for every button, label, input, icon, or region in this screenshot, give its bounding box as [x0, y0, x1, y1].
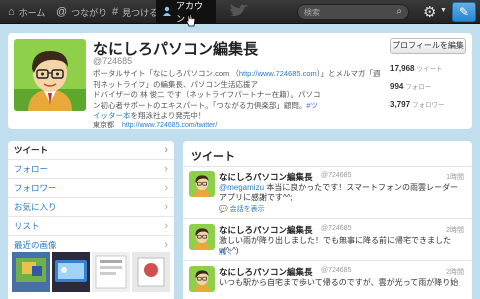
nav-home-label: ホーム [18, 7, 46, 18]
stat-value: 994 [390, 82, 404, 91]
divider [183, 166, 472, 167]
search-input[interactable] [304, 7, 390, 18]
stat-followers[interactable]: 3,797 フォロワー [390, 99, 445, 109]
compose-icon: ✎ [458, 5, 470, 19]
tweet-timestamp[interactable]: 2時間 [446, 225, 464, 235]
chevron-right-icon: › [164, 144, 168, 156]
tweet-text: 激しい雨が降り出しました！でも無事に降る前に帰宅できました v(^-^) [219, 236, 451, 255]
chevron-right-icon: › [164, 220, 168, 232]
compose-tweet-button[interactable]: ✎ [452, 2, 476, 22]
recent-image-thumbnail[interactable] [132, 252, 170, 292]
sidebar-item-label: ツイート [14, 145, 49, 155]
bio-hashtag-link[interactable]: #ツ [306, 101, 318, 110]
stat-tweets[interactable]: 17,968 ツイート [390, 63, 442, 73]
edit-profile-button[interactable]: プロフィールを編集 [390, 38, 466, 54]
nav-home[interactable]: ⌂ ホーム [2, 0, 51, 24]
profile-handle: @724685 [93, 56, 133, 66]
expand-conversation-link[interactable]: 💬 会話を表示 [219, 204, 265, 214]
tweet-text: いつも駅から自宅まで歩いて帰るのですが、雲が光って雨が降り始 [219, 278, 459, 287]
bio-hashtag-link[interactable]: イッター本 [93, 111, 131, 120]
sidebar-item-label: フォロワー [14, 183, 57, 193]
avatar[interactable] [14, 39, 86, 111]
sidebar-item-label: 最近の画像 [14, 240, 57, 250]
profile-location-row: 東京都 http://www.724685.com/twitter/ [93, 120, 217, 130]
stat-label: フォロワー [412, 102, 445, 109]
avatar[interactable] [189, 266, 215, 292]
sidebar-item-label: お気に入り [14, 202, 57, 212]
profile-location: 東京都 [93, 122, 114, 129]
stat-label: ツイート [416, 66, 443, 73]
tweet-author-name[interactable]: なにしろパソコン編集長 [219, 224, 313, 236]
sidebar-item-label: フォロー [14, 164, 49, 174]
nav-connect[interactable]: @ つながり [50, 0, 113, 24]
avatar[interactable] [189, 171, 215, 197]
stat-value: 3,797 [390, 100, 411, 109]
gear-icon[interactable]: ⚙ [423, 3, 436, 21]
user-icon [162, 6, 172, 19]
chevron-right-icon: › [164, 163, 168, 175]
stat-following[interactable]: 994 フォロー [390, 81, 431, 91]
hashtag-icon: # [112, 6, 119, 18]
stat-value: 17,968 [390, 64, 415, 73]
expand-label: 会話を表示 [229, 206, 265, 213]
bio-text: ポータルサイト「なにしろパソコン.com （ [93, 69, 239, 78]
profile-url[interactable]: http://www.724685.com/twitter/ [122, 122, 217, 129]
profile-bio: ポータルサイト「なにしろパソコン.com （http://www.724685.… [93, 69, 383, 122]
home-icon: ⌂ [8, 6, 15, 18]
stat-label: フォロー [405, 84, 432, 91]
search-icon[interactable]: ⌕ [396, 6, 402, 17]
tweet-author-handle: @724685 [321, 172, 352, 179]
tweet-author-handle: @724685 [321, 267, 352, 274]
tweet-text: @megamizu 本当に良かったです！スマートフォンの雨雲レーダーアプリに感謝… [219, 183, 464, 203]
recent-image-thumbnail[interactable] [12, 252, 50, 292]
tweet-author-handle: @724685 [321, 225, 352, 232]
nav-connect-label: つながり [71, 7, 108, 18]
recent-image-thumbnail[interactable] [92, 252, 130, 292]
twitter-bird-icon[interactable] [228, 3, 250, 21]
sidebar-item-tweets[interactable]: ツイート › [8, 141, 174, 160]
sidebar-item-favorites[interactable]: お気に入り › [8, 198, 174, 217]
bio-text: ン初心者サポートのエキスパート。「つながる力倶楽部」顧問。 [93, 100, 307, 110]
search-box[interactable]: ⌕ [297, 4, 409, 20]
timeline-heading: ツイート [191, 151, 235, 163]
expand-tweet-link[interactable]: 開く [219, 247, 233, 257]
conversation-icon: 💬 [219, 206, 228, 213]
chevron-down-icon[interactable]: ▼ [440, 7, 447, 14]
avatar[interactable] [189, 224, 215, 250]
bio-link[interactable]: http://www.724685.com [239, 69, 317, 78]
tweet-timestamp[interactable]: 2時間 [446, 267, 464, 277]
tweet-author-name[interactable]: なにしろパソコン編集長 [219, 266, 313, 278]
chevron-right-icon: › [164, 201, 168, 213]
bio-text: ドバイザーの 林 俊二 です（ネットライフパートナー在籍）。パソコ [93, 90, 321, 99]
sidebar-item-following[interactable]: フォロー › [8, 160, 174, 179]
divider [183, 260, 472, 261]
at-icon: @ [56, 6, 68, 18]
recent-image-thumbnail[interactable] [52, 252, 90, 292]
bio-text: を翔泳社より発売中！ [130, 111, 206, 120]
sidebar-item-followers[interactable]: フォロワー › [8, 179, 174, 198]
sidebar-item-lists[interactable]: リスト › [8, 217, 174, 236]
tweet-timestamp[interactable]: 1時間 [446, 172, 464, 182]
top-bar: ⌂ ホーム @ つながり # 見つける アカウント ⌕ ⚙ ▼ ✎ [0, 0, 480, 24]
tweet-timeline: ツイート なにしろパソコン編集長 @724685 1時間 @megamizu 本… [183, 141, 472, 299]
divider [183, 218, 472, 219]
nav-discover-label: 見つける [122, 7, 159, 18]
chevron-right-icon: › [164, 182, 168, 194]
mouse-cursor-icon [185, 11, 197, 32]
profile-card: なにしろパソコン編集長 @724685 ポータルサイト「なにしろパソコン.com… [8, 33, 472, 129]
tweet-mention[interactable]: @megamizu [219, 183, 264, 192]
sidebar-item-label: リスト [14, 221, 40, 231]
tweet-author-name[interactable]: なにしろパソコン編集長 [219, 171, 313, 183]
